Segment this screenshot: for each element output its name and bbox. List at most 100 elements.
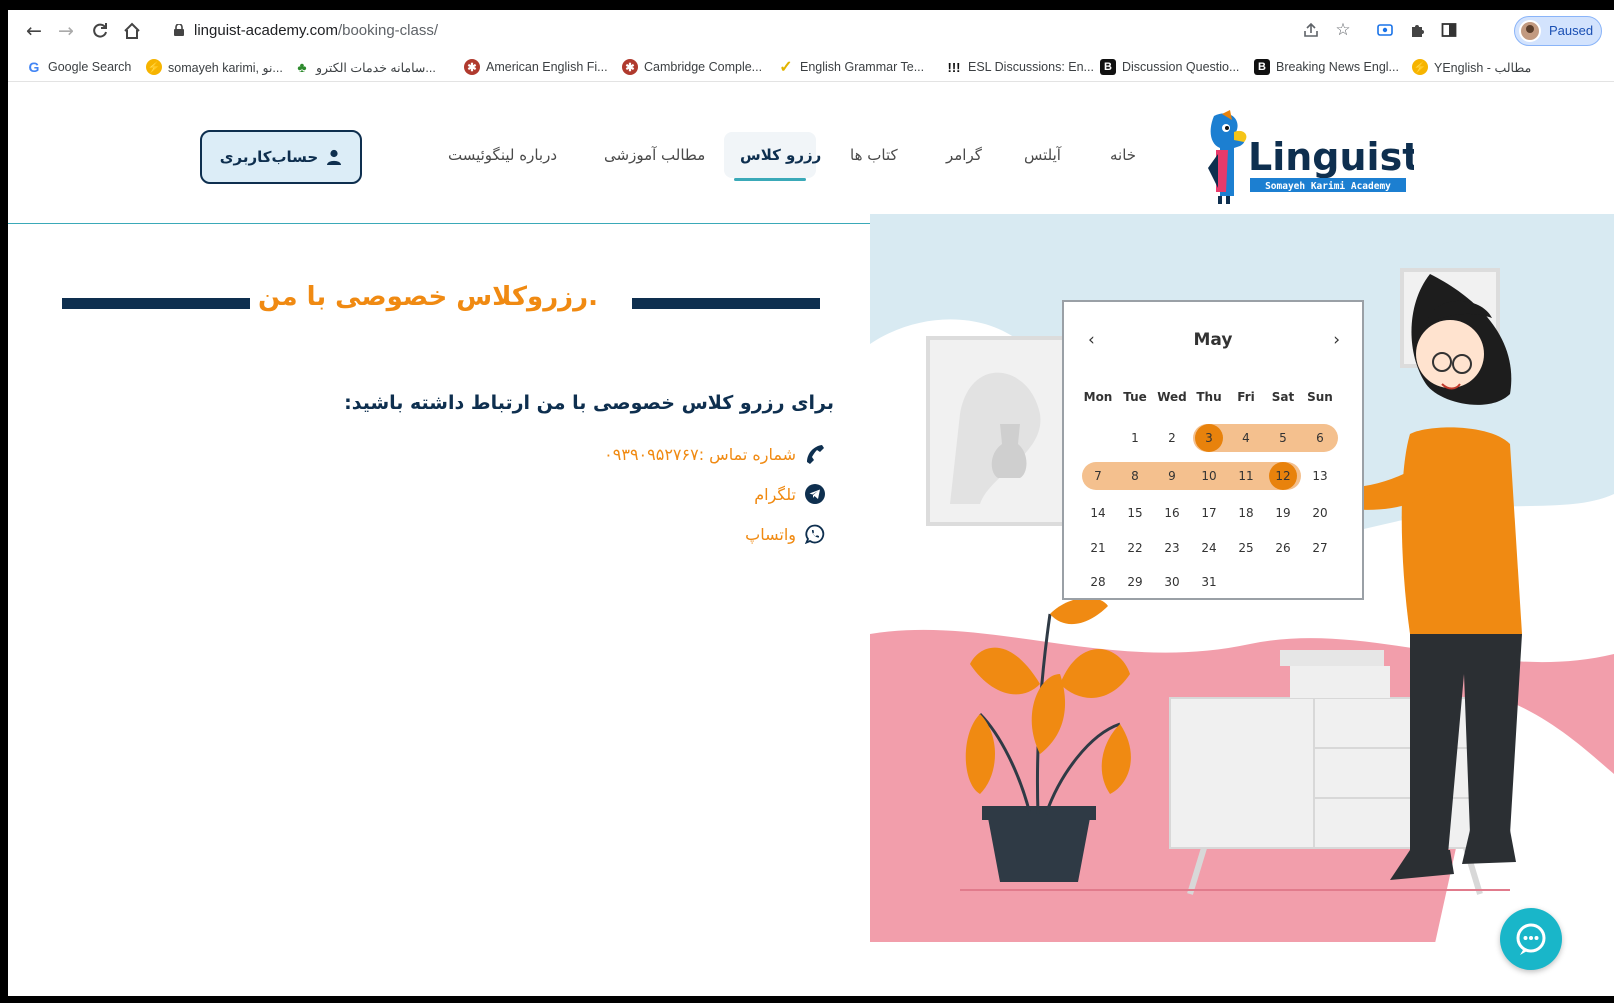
chat-icon [1516, 923, 1546, 955]
calendar-day[interactable]: 27 [1306, 534, 1334, 562]
calendar-day[interactable]: 25 [1232, 534, 1260, 562]
calendar-day[interactable]: 5 [1269, 424, 1297, 452]
linguist-logo[interactable]: Linguist Somayeh Karimi Academy [1204, 108, 1414, 204]
nav-grammar[interactable]: گرامر [946, 146, 982, 164]
calendar-day[interactable]: 7 [1084, 462, 1112, 490]
bookmark-samaneh[interactable]: ♣ سامانه خدمات الكترو... [294, 58, 435, 76]
site-icon: B [1254, 59, 1270, 75]
next-month-icon[interactable]: › [1333, 330, 1340, 350]
calendar-day[interactable]: 9 [1158, 462, 1186, 490]
calendar-day[interactable]: 15 [1121, 499, 1149, 527]
calendar-day[interactable]: 31 [1195, 568, 1223, 596]
calendar-day[interactable]: 3 [1195, 424, 1223, 452]
logo-wordmark: Linguist [1248, 135, 1414, 179]
nav-books[interactable]: کتاب ها [850, 146, 898, 164]
site-icon: ✱ [622, 59, 638, 75]
profile-button[interactable]: Paused [1514, 16, 1602, 46]
bookmark-esl-discussions[interactable]: !!! ESL Discussions: En... [946, 58, 1094, 76]
contact-phone[interactable]: شماره تماس :۰۹۳۹۰۹۵۲۷۶۷ [604, 442, 826, 466]
calendar-day[interactable]: 10 [1195, 462, 1223, 490]
bookmark-yenglish[interactable]: ⚡ YEnglish - مطالب [1412, 58, 1531, 76]
calendar-day[interactable]: 30 [1158, 568, 1186, 596]
calendar-day[interactable]: 12 [1269, 462, 1297, 490]
calendar-day[interactable]: 24 [1195, 534, 1223, 562]
calendar-day[interactable]: 1 [1121, 424, 1149, 452]
home-icon[interactable] [120, 19, 144, 43]
calendar-day[interactable]: 29 [1121, 568, 1149, 596]
contact-whatsapp[interactable]: واتساپ [745, 522, 826, 546]
address-bar[interactable]: linguist-academy.com/booking-class/ [160, 16, 1466, 46]
star-icon[interactable]: ☆ [1332, 19, 1354, 41]
calendar-day[interactable]: 6 [1306, 424, 1334, 452]
page-title: .رزروکلاس خصوصی با من [258, 282, 598, 312]
calendar-day[interactable]: 2 [1158, 424, 1186, 452]
user-account-button[interactable]: حساب‌کاربری [200, 130, 362, 184]
lock-icon [174, 24, 184, 36]
forward-icon[interactable]: → [54, 19, 78, 43]
calendar-day[interactable]: 21 [1084, 534, 1112, 562]
browser-window: ← → linguist-academy.com/booking-class/ … [8, 10, 1614, 996]
title-line-right [632, 298, 820, 309]
url-text: linguist-academy.com/booking-class/ [194, 22, 438, 39]
reload-icon[interactable] [88, 19, 112, 43]
calendar-day[interactable]: 18 [1232, 499, 1260, 527]
contact-whatsapp-label: واتساپ [745, 524, 796, 544]
booking-calendar: ‹ May › Mon Tue Wed Thu Fri Sat Sun 1 2 3 4 5 6 7 8 9 10… [1062, 300, 1364, 600]
nav-ielts[interactable]: آیلتس [1024, 146, 1061, 164]
calendar-weekday: Fri [1237, 390, 1255, 404]
bookmark-label: somayeh karimi, نو... [168, 60, 283, 75]
contact-phone-label: شماره تماس :۰۹۳۹۰۹۵۲۷۶۷ [604, 444, 796, 464]
bookmarks-bar: G Google Search ⚡ somayeh karimi, نو... … [8, 52, 1614, 82]
bookmark-cambridge[interactable]: ✱ Cambridge Comple... [622, 58, 762, 76]
nav-educational-posts[interactable]: مطالب آموزشی [604, 146, 705, 164]
calendar-day[interactable]: 8 [1121, 462, 1149, 490]
calendar-month: May [1193, 330, 1233, 350]
extensions-icon[interactable] [1406, 19, 1428, 41]
share-icon[interactable] [1300, 19, 1322, 41]
bookmark-label: Discussion Questio... [1122, 60, 1240, 74]
calendar-day[interactable]: 14 [1084, 499, 1112, 527]
bookmark-label: YEnglish - مطالب [1434, 60, 1532, 75]
calendar-day[interactable]: 28 [1084, 568, 1112, 596]
bookmark-label: Google Search [48, 60, 132, 74]
site-icon: B [1100, 59, 1116, 75]
screencast-icon[interactable] [1374, 19, 1396, 41]
bookmark-breaking-news[interactable]: B Breaking News Engl... [1254, 58, 1399, 76]
calendar-day[interactable]: 4 [1232, 424, 1260, 452]
side-panel-icon[interactable] [1438, 19, 1460, 41]
chat-widget-button[interactable] [1500, 908, 1562, 970]
back-icon[interactable]: ← [22, 19, 46, 43]
calendar-weekday: Wed [1157, 390, 1187, 404]
bookmark-american-english[interactable]: ✱ American English Fi... [464, 58, 608, 76]
site-icon: ✱ [464, 59, 480, 75]
calendar-weekday: Sun [1307, 390, 1333, 404]
nav-active-underline [734, 178, 806, 181]
calendar-day[interactable]: 19 [1269, 499, 1297, 527]
contact-telegram[interactable]: تلگرام [754, 482, 826, 506]
calendar-day[interactable]: 26 [1269, 534, 1297, 562]
calendar-day[interactable]: 13 [1306, 462, 1334, 490]
phone-icon [804, 443, 826, 465]
bookmark-label: Breaking News Engl... [1276, 60, 1399, 74]
url-path: /booking-class/ [337, 22, 439, 39]
bookmark-english-grammar[interactable]: ✓ English Grammar Te... [778, 58, 924, 76]
bookmark-somayeh[interactable]: ⚡ somayeh karimi, نو... [146, 58, 283, 76]
nav-home[interactable]: خانه [1110, 146, 1136, 164]
nav-booking-class[interactable]: رزرو کلاس [740, 146, 821, 164]
telegram-icon [804, 483, 826, 505]
calendar-day[interactable]: 11 [1232, 462, 1260, 490]
calendar-day[interactable]: 23 [1158, 534, 1186, 562]
calendar-weekday: Thu [1196, 390, 1222, 404]
user-icon [327, 149, 342, 165]
bookmark-google-search[interactable]: G Google Search [26, 58, 132, 76]
bookmark-discussion-questions[interactable]: B Discussion Questio... [1100, 58, 1239, 76]
calendar-day[interactable]: 22 [1121, 534, 1149, 562]
bookmark-label: ESL Discussions: En... [968, 60, 1094, 74]
url-host: linguist-academy.com [194, 22, 338, 39]
calendar-day[interactable]: 16 [1158, 499, 1186, 527]
google-icon: G [28, 59, 40, 75]
nav-about-linguist[interactable]: درباره لینگوئیست [448, 146, 557, 164]
contact-telegram-label: تلگرام [754, 484, 796, 504]
calendar-day[interactable]: 20 [1306, 499, 1334, 527]
calendar-day[interactable]: 17 [1195, 499, 1223, 527]
